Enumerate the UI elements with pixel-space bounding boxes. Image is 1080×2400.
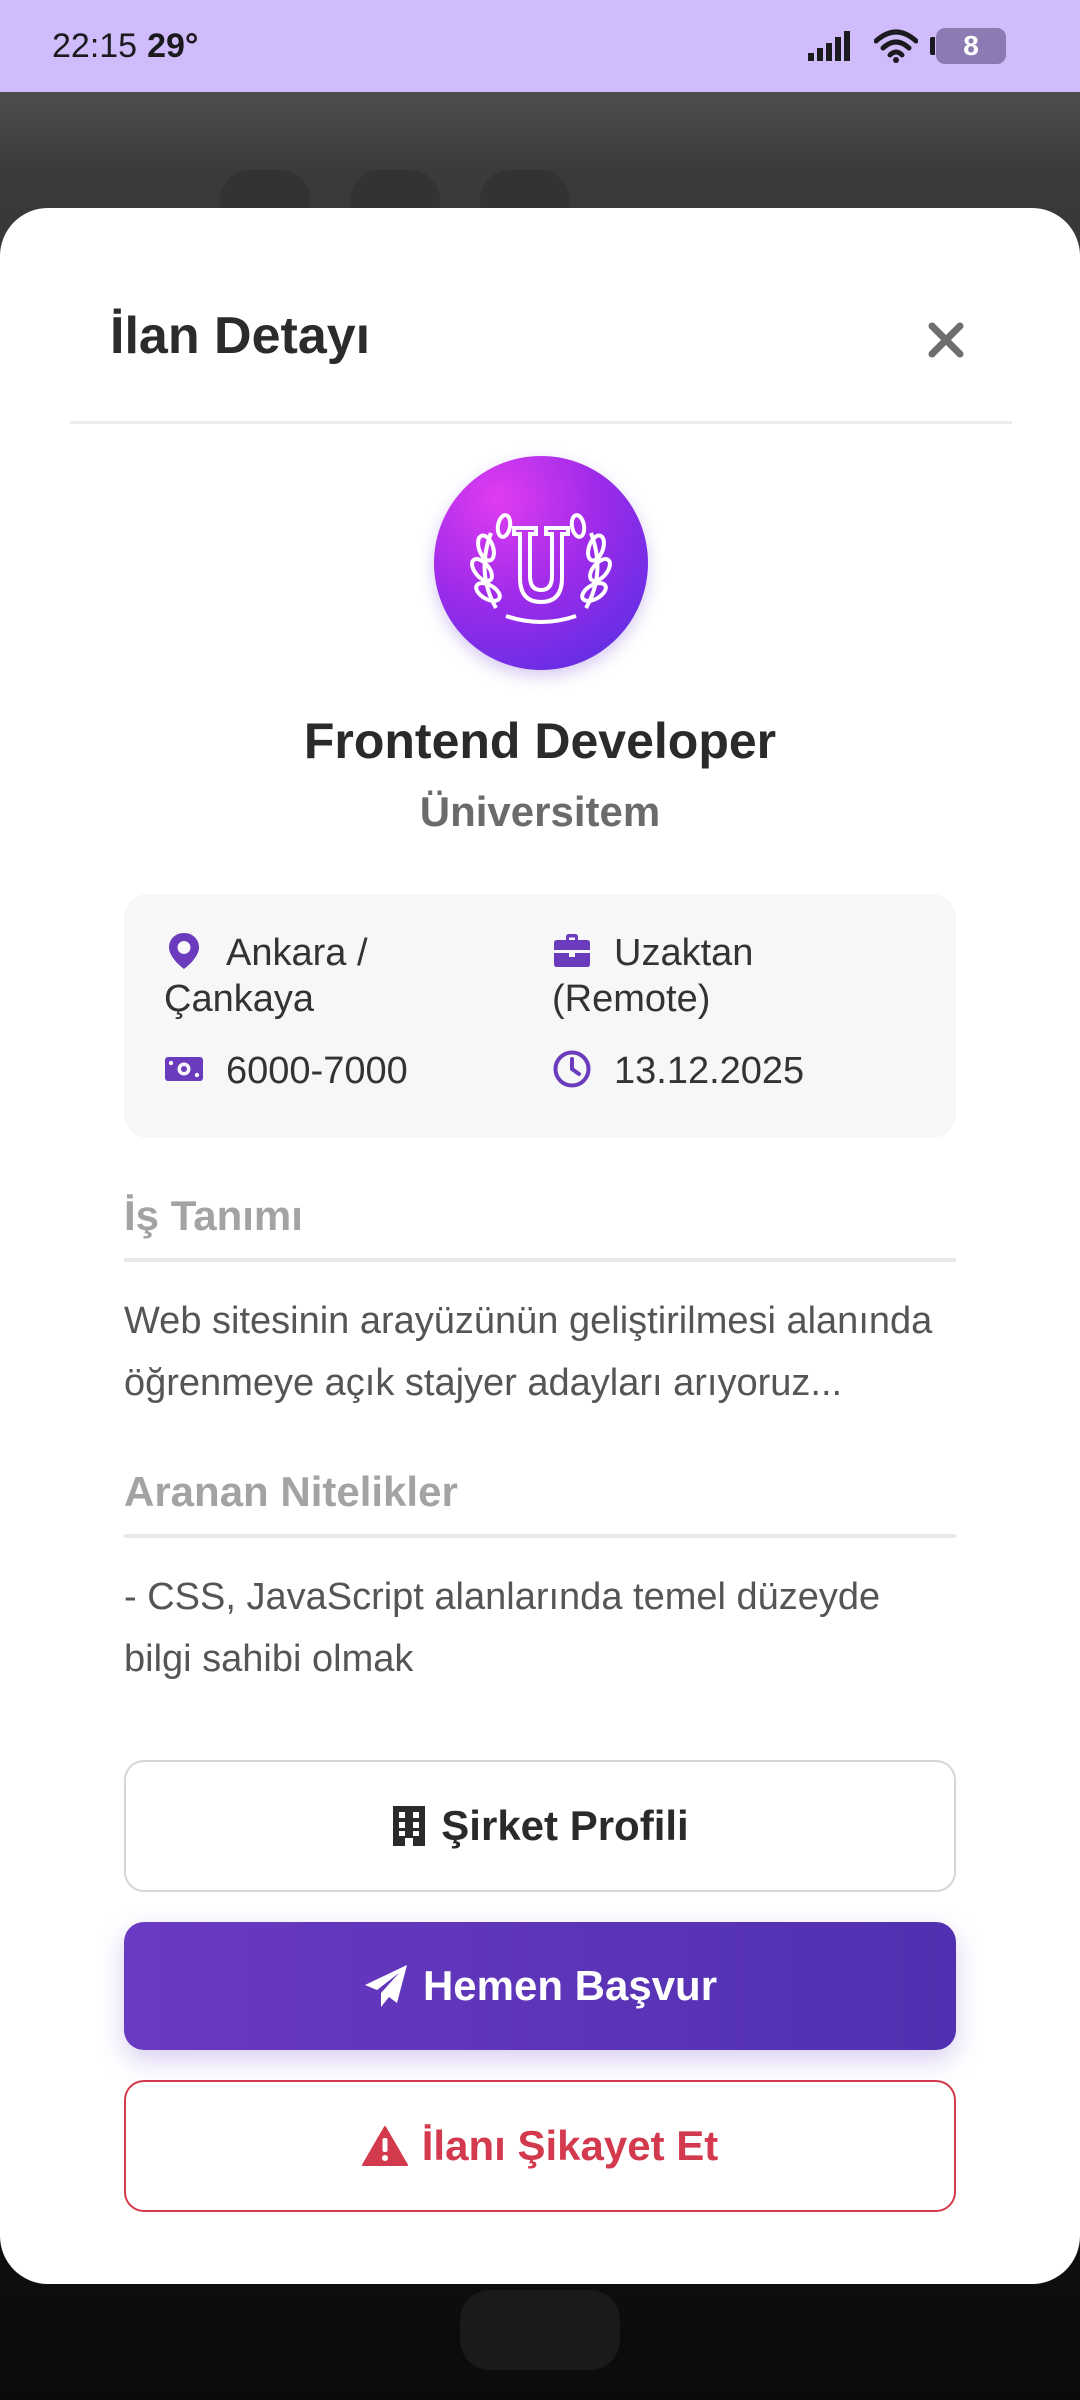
building-icon — [393, 1806, 426, 1846]
wifi-icon — [874, 29, 918, 63]
report-listing-label: İlanı Şikayet Et — [421, 2122, 719, 2169]
salary-info: 6000-7000 — [164, 1048, 408, 1094]
status-left: 22:15 29° — [52, 27, 199, 66]
job-title: Frontend Developer — [303, 713, 777, 769]
modal-title: İlan Detayı — [110, 307, 371, 365]
job-description-heading: İş Tanımı — [124, 1192, 956, 1262]
university-laurel-icon — [470, 513, 612, 624]
apply-now-label: Hemen Başvur — [422, 1962, 718, 2009]
warning-icon — [361, 2126, 408, 2166]
date-info: 13.12.2025 — [552, 1048, 804, 1094]
salary-value: 6000-7000 — [226, 1050, 408, 1092]
battery-level: 8 — [963, 30, 979, 61]
signal-icon — [808, 31, 850, 61]
report-listing-button[interactable]: İlanı Şikayet Et — [124, 2080, 956, 2212]
modal-header: İlan Detayı — [70, 208, 1012, 424]
status-time: 22:15 — [52, 26, 138, 65]
job-info-card: Ankara / Çankaya Uzaktan (Remote) 6000-7… — [124, 894, 956, 1138]
job-detail-modal: İlan Detayı Frontend Developer Üniversit… — [0, 208, 1080, 2284]
location-line2: Çankaya — [164, 978, 314, 1020]
location-info: Ankara / Çankaya — [164, 930, 524, 1022]
map-pin-icon — [169, 933, 199, 969]
job-description-text: Web sitesinin arayüzünün geliştirilmesi … — [124, 1300, 933, 1404]
money-icon — [165, 1057, 203, 1081]
backdrop-shape — [460, 2290, 620, 2370]
company-profile-label: Şirket Profili — [441, 1802, 689, 1849]
company-profile-button[interactable]: Şirket Profili — [124, 1760, 956, 1892]
date-value: 13.12.2025 — [614, 1050, 805, 1092]
clock-icon — [553, 1050, 591, 1088]
battery-indicator: 8 — [930, 28, 1006, 64]
status-bar: 22:15 29° 8 — [0, 0, 1080, 92]
status-temperature: 29° — [147, 26, 199, 65]
close-button[interactable] — [920, 314, 972, 366]
work-type-line1: Uzaktan — [614, 932, 754, 974]
location-line1: Ankara / — [226, 932, 368, 974]
work-type-line2: (Remote) — [552, 978, 711, 1020]
company-name: Üniversitem — [419, 788, 661, 835]
company-logo — [434, 456, 648, 670]
paper-plane-icon — [364, 1965, 407, 2007]
briefcase-icon — [554, 934, 590, 967]
qualifications-heading: Aranan Nitelikler — [124, 1468, 956, 1538]
close-icon — [928, 322, 964, 358]
work-type-info: Uzaktan (Remote) — [552, 930, 932, 1022]
apply-now-button[interactable]: Hemen Başvur — [124, 1922, 956, 2050]
qualifications-text: - CSS, JavaScript alanlarında temel düze… — [124, 1576, 881, 1680]
status-right: 8 — [808, 28, 1006, 64]
